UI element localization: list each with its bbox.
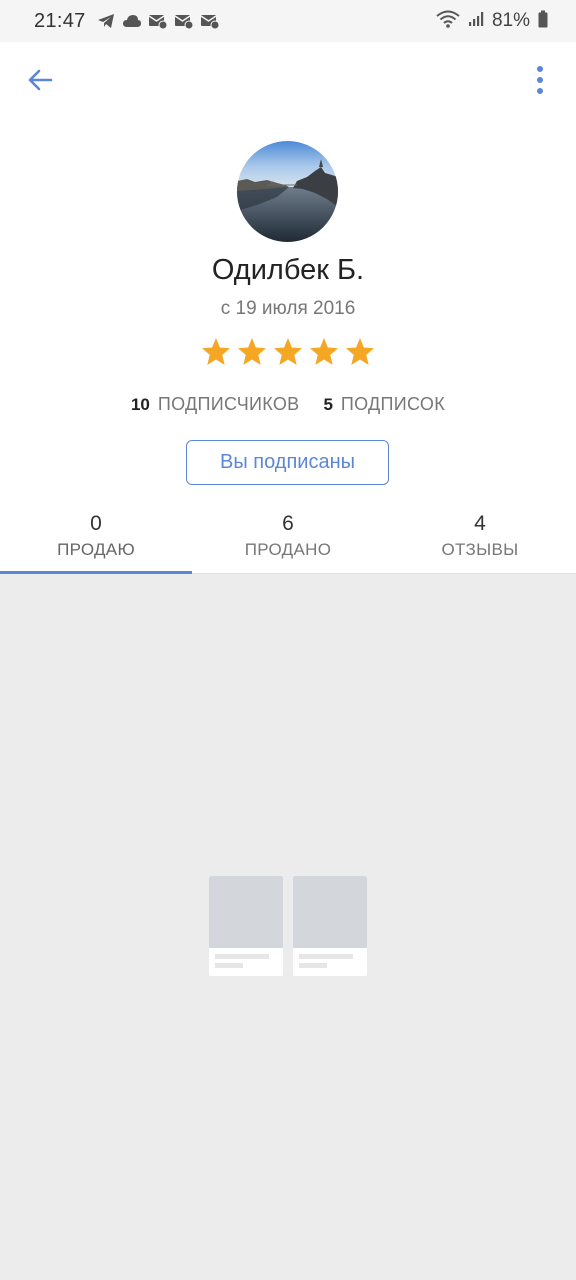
member-since: с 19 июля 2016 — [220, 298, 356, 319]
notification-icons — [96, 12, 220, 30]
placeholder-card — [293, 876, 367, 976]
mail-icon — [174, 12, 194, 30]
battery-icon — [538, 10, 548, 33]
tab-count: 4 — [474, 512, 486, 535]
following-counter[interactable]: 5 ПОДПИСОК — [323, 394, 445, 415]
followers-counter[interactable]: 10 ПОДПИСЧИКОВ — [131, 394, 299, 415]
following-count: 5 — [323, 395, 333, 414]
rating-stars — [0, 336, 576, 368]
telegram-icon — [96, 12, 116, 30]
mail-icon — [148, 12, 168, 30]
status-bar: 21:47 81% — [0, 0, 576, 42]
placeholder-line — [215, 963, 243, 968]
follow-counters: 10 ПОДПИСЧИКОВ 5 ПОДПИСОК — [0, 394, 576, 415]
more-vert-icon — [537, 66, 543, 94]
placeholder-line — [299, 954, 353, 959]
followers-count: 10 — [130, 395, 150, 414]
wifi-icon — [436, 10, 460, 33]
tab-selling[interactable]: 0 ПРОДАЮ — [0, 506, 192, 574]
star-icon — [274, 338, 302, 365]
more-options-button[interactable] — [522, 62, 558, 98]
star-icon — [202, 338, 230, 365]
empty-state-illustration — [209, 876, 367, 976]
placeholder-image — [293, 876, 367, 948]
star-icon — [238, 338, 266, 365]
system-icons: 81% — [436, 10, 548, 33]
mail-icon — [200, 12, 220, 30]
placeholder-line — [215, 954, 269, 959]
placeholder-line — [299, 963, 327, 968]
tab-label: ОТЗЫВЫ — [441, 540, 519, 559]
followers-label: ПОДПИСЧИКОВ — [157, 394, 300, 414]
tab-count: 0 — [90, 512, 102, 535]
tab-count: 6 — [282, 512, 294, 535]
status-time: 21:47 — [34, 9, 86, 32]
back-button[interactable] — [22, 62, 58, 98]
cloud-icon — [122, 12, 142, 30]
star-icon — [310, 338, 338, 365]
profile-name: Одилбек Б. — [211, 254, 365, 286]
app-bar — [0, 42, 576, 118]
tab-sold[interactable]: 6 ПРОДАНО — [192, 506, 384, 573]
listing-content-area — [0, 574, 576, 1280]
tab-label: ПРОДАЮ — [57, 540, 135, 559]
following-label: ПОДПИСОК — [340, 394, 446, 414]
placeholder-card — [209, 876, 283, 976]
tab-label: ПРОДАНО — [244, 540, 332, 559]
signal-icon — [468, 11, 484, 32]
profile-tabs: 0 ПРОДАЮ 6 ПРОДАНО 4 ОТЗЫВЫ — [0, 506, 576, 574]
profile-screen: 21:47 81% Одилбек Б. с 19 июля 2016 10 П… — [0, 0, 576, 1280]
placeholder-image — [209, 876, 283, 948]
arrow-back-icon — [28, 69, 53, 91]
star-icon — [346, 338, 374, 365]
avatar[interactable] — [237, 141, 338, 242]
battery-percent: 81% — [491, 10, 530, 31]
subscribed-button[interactable]: Вы подписаны — [186, 440, 389, 485]
tab-reviews[interactable]: 4 ОТЗЫВЫ — [384, 506, 576, 573]
